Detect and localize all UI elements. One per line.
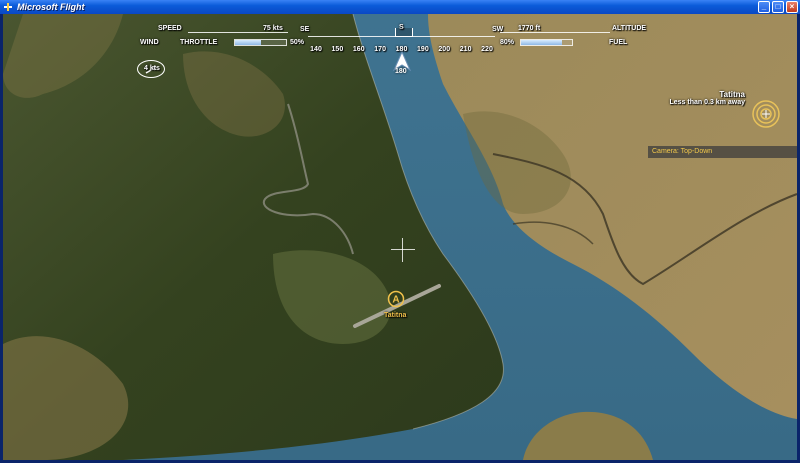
app-window: Microsoft Flight _ □ × SPEED 75 kts WIND…	[0, 0, 800, 463]
airport-icon[interactable]: A	[387, 290, 405, 308]
heading-value: 180	[395, 68, 407, 75]
throttle-value: 50%	[290, 39, 305, 46]
compass-tick-label: 200	[438, 46, 451, 53]
compass-tick-label: 220	[481, 46, 493, 53]
wind-value: 4 kts	[144, 65, 160, 72]
compass-tick-label: 170	[374, 46, 386, 53]
maximize-button[interactable]: □	[772, 1, 784, 13]
compass-tick-label: 210	[459, 46, 472, 53]
compass-tick-label: 190	[417, 46, 429, 53]
fuel-label: FUEL	[609, 39, 628, 46]
poi-name: Tatitna	[719, 90, 745, 99]
title-bar[interactable]: Microsoft Flight _ □ ×	[0, 0, 800, 14]
close-button[interactable]: ×	[786, 1, 798, 13]
crosshair-icon	[391, 238, 415, 262]
camera-mode-label: Camera: Top-Down	[648, 146, 797, 158]
airport-name: Tatitna	[384, 312, 407, 319]
throttle-fill	[235, 40, 261, 45]
fuel-bar	[520, 39, 573, 46]
airport-marker-letter: A	[392, 295, 399, 306]
speed-label: SPEED	[158, 25, 182, 32]
target-icon[interactable]	[751, 99, 781, 129]
compass-left-cardinal: SE	[300, 26, 310, 33]
speed-rule	[188, 32, 288, 33]
poi-info: Tatitna Less than 0.3 km away	[643, 90, 745, 106]
compass-tick-row: 140 150 160 170 180 190 200 210 220	[308, 36, 495, 53]
altitude-label: ALTITUDE	[612, 25, 647, 32]
compass-tick-label: 150	[331, 46, 344, 53]
terrain-map	[3, 14, 797, 460]
altitude-rule	[500, 32, 610, 33]
throttle-bar	[234, 39, 287, 46]
fuel-fill	[521, 40, 562, 45]
window-controls: _ □ ×	[758, 1, 798, 13]
altitude-value: 1770 ft	[518, 25, 541, 32]
flight-map-viewport[interactable]: SPEED 75 kts WIND THROTTLE 50% 4 kts SE …	[3, 14, 797, 460]
app-icon	[3, 2, 13, 12]
compass-tick-label: 140	[310, 46, 322, 53]
poi-distance: Less than 0.3 km away	[669, 99, 745, 106]
speed-value: 75 kts	[263, 25, 283, 32]
wind-label: WIND	[140, 39, 159, 46]
throttle-label: THROTTLE	[180, 39, 218, 46]
compass-tick-label: 160	[352, 46, 365, 53]
window-title: Microsoft Flight	[17, 2, 85, 12]
fuel-value: 80%	[500, 39, 515, 46]
minimize-button[interactable]: _	[758, 1, 770, 13]
